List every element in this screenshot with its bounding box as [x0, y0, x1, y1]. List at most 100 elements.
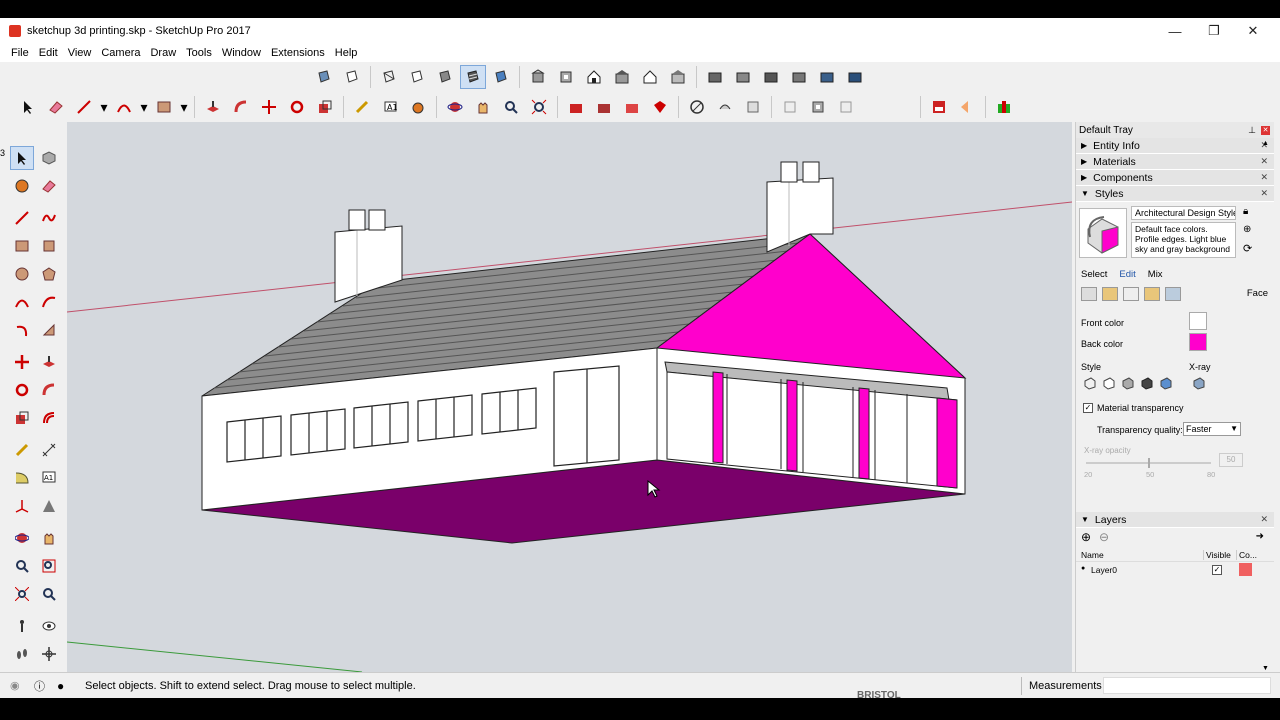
- xray-toggle-icon[interactable]: [1192, 376, 1206, 390]
- panel-materials[interactable]: ▶ Materials ✕: [1076, 154, 1274, 170]
- active-layer-radio-icon[interactable]: ●: [1081, 565, 1085, 572]
- 3d-text-icon[interactable]: [37, 494, 61, 518]
- freehand-icon[interactable]: [37, 206, 61, 230]
- user-account-icon[interactable]: ●: [57, 679, 64, 693]
- scale-tool-icon[interactable]: [312, 95, 338, 119]
- lock-icon[interactable]: 🔒︎: [1243, 206, 1248, 217]
- drawing-viewport[interactable]: [67, 122, 1072, 672]
- watermark-settings-icon[interactable]: [1144, 287, 1160, 301]
- line-tool-icon[interactable]: [71, 95, 97, 119]
- panel-components[interactable]: ▶ Components ✕: [1076, 170, 1274, 186]
- arc-tool-icon[interactable]: [10, 290, 34, 314]
- col-color[interactable]: Co...: [1236, 550, 1257, 560]
- chevron-down-icon[interactable]: ▾: [99, 95, 109, 119]
- extension-warehouse-icon[interactable]: [786, 65, 812, 89]
- walk-icon[interactable]: [10, 642, 34, 666]
- warehouse-get-models-icon[interactable]: [563, 95, 589, 119]
- section-display-icon[interactable]: [712, 95, 738, 119]
- pan-icon[interactable]: [37, 526, 61, 550]
- panel-entity-info[interactable]: ▶ Entity Info ✕: [1076, 138, 1274, 154]
- face-settings-icon[interactable]: [1102, 287, 1118, 301]
- component-share-icon[interactable]: [619, 95, 645, 119]
- dimension-tool-icon[interactable]: [37, 438, 61, 462]
- select-tool-icon[interactable]: [15, 95, 41, 119]
- layer-visible-checkbox[interactable]: ✓: [1212, 565, 1222, 575]
- menu-extensions[interactable]: Extensions: [266, 47, 330, 59]
- maximize-button[interactable]: ❐: [1195, 18, 1233, 44]
- wireframe-face-icon[interactable]: [1083, 376, 1097, 390]
- menu-window[interactable]: Window: [217, 47, 266, 59]
- back-view-icon[interactable]: [637, 65, 663, 89]
- select-tool-icon[interactable]: [10, 146, 34, 170]
- xray-opacity-slider[interactable]: [1086, 458, 1211, 468]
- menu-camera[interactable]: Camera: [96, 47, 145, 59]
- scroll-up-icon[interactable]: ▲: [1262, 140, 1269, 147]
- shaded-with-textures-icon[interactable]: [460, 65, 486, 89]
- orbit-icon[interactable]: [442, 95, 468, 119]
- hidden-line-face-icon[interactable]: [1102, 376, 1116, 390]
- model-canvas[interactable]: [67, 122, 1072, 672]
- close-icon[interactable]: ✕: [1261, 125, 1270, 135]
- 3d-warehouse-icon[interactable]: [814, 65, 840, 89]
- geo-location-icon[interactable]: ◉: [10, 679, 20, 692]
- menu-help[interactable]: Help: [330, 47, 363, 59]
- orbit-icon[interactable]: [10, 526, 34, 550]
- push-pull-icon[interactable]: [37, 350, 61, 374]
- section-plane-icon[interactable]: [684, 95, 710, 119]
- front-color-swatch[interactable]: [1189, 312, 1207, 330]
- tab-edit[interactable]: Edit: [1119, 269, 1135, 280]
- close-button[interactable]: ✕: [1234, 18, 1272, 44]
- component-attributes-icon[interactable]: [833, 95, 859, 119]
- paint-bucket-icon[interactable]: [10, 174, 34, 198]
- ruby-extension-icon[interactable]: [647, 95, 673, 119]
- back-edges-icon[interactable]: [339, 65, 365, 89]
- transparency-quality-select[interactable]: Faster ▼: [1183, 422, 1241, 436]
- left-view-icon[interactable]: [665, 65, 691, 89]
- pan-icon[interactable]: [470, 95, 496, 119]
- two-point-arc-icon[interactable]: [37, 290, 61, 314]
- slider-thumb[interactable]: [1148, 458, 1150, 468]
- offset-tool-icon[interactable]: [37, 406, 61, 430]
- menu-edit[interactable]: Edit: [34, 47, 63, 59]
- look-around-icon[interactable]: [37, 614, 61, 638]
- iso-view-icon[interactable]: [525, 65, 551, 89]
- right-view-icon[interactable]: [609, 65, 635, 89]
- polygon-tool-icon[interactable]: [37, 262, 61, 286]
- textured-face-icon[interactable]: [1140, 376, 1154, 390]
- tray-scrollbar[interactable]: ▲ ▼: [1262, 140, 1272, 672]
- modeling-settings-icon[interactable]: [1165, 287, 1181, 301]
- eraser-icon[interactable]: [43, 95, 69, 119]
- style-description-field[interactable]: Default face colors. Profile edges. Ligh…: [1131, 222, 1236, 258]
- top-view-icon[interactable]: [553, 65, 579, 89]
- chevron-down-icon[interactable]: ▾: [139, 95, 149, 119]
- credits-icon[interactable]: ⓘ: [34, 678, 45, 694]
- edge-settings-icon[interactable]: [1081, 287, 1097, 301]
- minimize-button[interactable]: —: [1156, 18, 1194, 44]
- xray-style-icon[interactable]: [311, 65, 337, 89]
- update-style-icon[interactable]: ⟳: [1243, 242, 1252, 255]
- layer-color-swatch[interactable]: [1239, 563, 1252, 576]
- layer-row[interactable]: ● Layer0 ✓: [1076, 562, 1274, 578]
- tape-measure-icon[interactable]: [349, 95, 375, 119]
- menu-view[interactable]: View: [63, 47, 97, 59]
- create-style-icon[interactable]: ⊕: [1243, 224, 1251, 235]
- hidden-line-icon[interactable]: [404, 65, 430, 89]
- line-tool-icon[interactable]: [10, 206, 34, 230]
- panel-styles[interactable]: ▼ Styles ✕: [1076, 186, 1274, 202]
- three-point-arc-icon[interactable]: [10, 318, 34, 342]
- style-name-field[interactable]: Architectural Design Style: [1131, 206, 1236, 220]
- measurements-input[interactable]: [1103, 677, 1271, 694]
- rotate-tool-icon[interactable]: [10, 378, 34, 402]
- axes-tool-icon[interactable]: [10, 494, 34, 518]
- scroll-down-icon[interactable]: ▼: [1262, 665, 1269, 672]
- zoom-icon[interactable]: [10, 554, 34, 578]
- tab-mix[interactable]: Mix: [1148, 269, 1163, 280]
- tape-measure-icon[interactable]: [10, 438, 34, 462]
- text-tool-icon[interactable]: A1: [37, 466, 61, 490]
- monochrome-icon[interactable]: [488, 65, 514, 89]
- shaded-face-icon[interactable]: [1121, 376, 1135, 390]
- eraser-icon[interactable]: [37, 174, 61, 198]
- section-cuts-icon[interactable]: [740, 95, 766, 119]
- back-color-swatch[interactable]: [1189, 333, 1207, 351]
- shaded-icon[interactable]: [432, 65, 458, 89]
